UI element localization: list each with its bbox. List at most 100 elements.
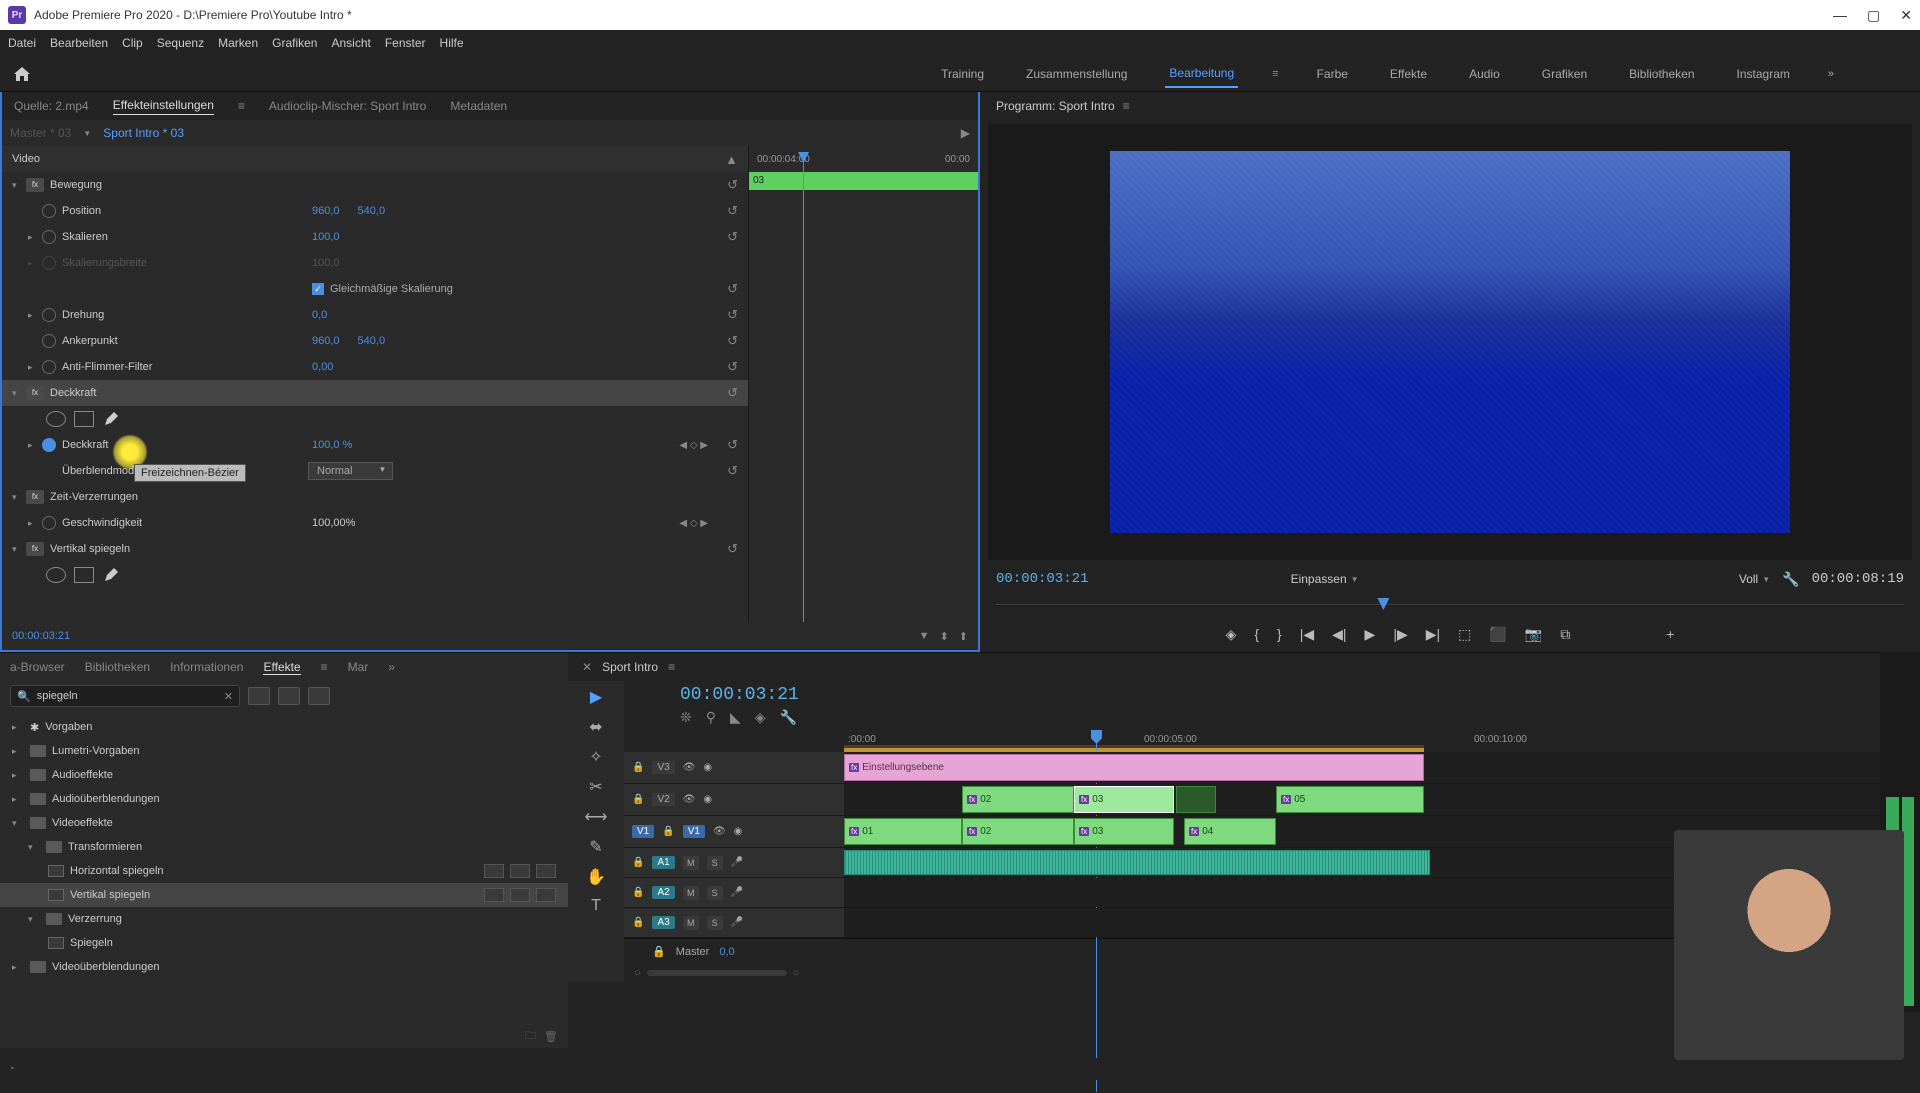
sequence-name[interactable]: Sport Intro <box>602 660 658 674</box>
clip-02[interactable]: fx02 <box>962 818 1074 845</box>
wrench-icon[interactable]: 🔧 <box>780 709 797 726</box>
twirl-icon[interactable]: ▾ <box>12 388 26 399</box>
trash-icon[interactable]: 🗑 <box>544 1030 558 1043</box>
mute-button[interactable]: M <box>683 856 699 870</box>
master-value[interactable]: 0,0 <box>719 946 734 958</box>
close-icon[interactable]: ✕ <box>1900 7 1912 24</box>
sync-lock-icon[interactable]: ◉ <box>734 826 743 837</box>
bewegung-row[interactable]: ▾ fx Bewegung ↺ <box>2 172 748 198</box>
ws-effekte[interactable]: Effekte <box>1386 61 1431 87</box>
lock-icon[interactable]: 🔒 <box>632 917 644 928</box>
ws-zusammenstellung[interactable]: Zusammenstellung <box>1022 61 1131 87</box>
zeit-row[interactable]: ▾ fx Zeit-Verzerrungen <box>2 484 748 510</box>
compare-icon[interactable]: ⧉ <box>1560 626 1570 643</box>
blendmode-dropdown[interactable]: Normal▼ <box>308 462 393 480</box>
ws-bibliotheken[interactable]: Bibliotheken <box>1625 61 1698 87</box>
close-seq-icon[interactable]: ✕ <box>582 660 592 674</box>
position-y[interactable]: 540,0 <box>358 205 386 217</box>
track-lane-v2[interactable]: fx02 fx03 fx05 <box>844 784 1920 815</box>
keyframe-nav[interactable]: ◀ ◇ ▶ <box>679 518 708 529</box>
export-icon[interactable]: ⬆ <box>959 630 968 643</box>
tree-hspiegeln[interactable]: Horizontal spiegeln <box>0 859 568 883</box>
anker-x[interactable]: 960,0 <box>312 335 340 347</box>
visibility-icon[interactable]: 👁 <box>683 794 696 805</box>
go-out-icon[interactable]: ▶| <box>1426 626 1440 643</box>
tree-vorgaben[interactable]: ▸✱Vorgaben <box>0 715 568 739</box>
reset-icon[interactable]: ↺ <box>727 177 738 193</box>
reset-icon[interactable]: ↺ <box>727 385 738 401</box>
ws-overflow-icon[interactable]: » <box>1828 68 1834 80</box>
track-label[interactable]: A1 <box>652 856 674 869</box>
timeline-timecode[interactable]: 00:00:03:21 <box>624 681 1920 705</box>
program-viewer[interactable] <box>988 124 1912 560</box>
tab-audio-mixer[interactable]: Audioclip-Mischer: Sport Intro <box>269 99 426 113</box>
collapse-icon[interactable]: ▲ <box>725 152 738 167</box>
effect-footer-tc[interactable]: 00:00:03:21 <box>12 630 70 642</box>
twirl-icon[interactable]: ▸ <box>28 310 42 321</box>
clip-gap[interactable] <box>1176 786 1216 813</box>
rect-mask-icon[interactable] <box>74 411 94 427</box>
mini-playhead[interactable] <box>803 152 804 622</box>
sync-lock-icon[interactable]: ◉ <box>703 762 712 773</box>
chevron-down-icon[interactable]: ▼ <box>83 129 91 138</box>
track-label[interactable]: A2 <box>652 886 674 899</box>
ws-farbe[interactable]: Farbe <box>1313 61 1352 87</box>
reset-icon[interactable]: ↺ <box>727 203 738 219</box>
menu-marken[interactable]: Marken <box>218 36 258 50</box>
lock-icon[interactable]: 🔒 <box>652 945 666 958</box>
tree-audioeffekte[interactable]: ▸Audioeffekte <box>0 763 568 787</box>
add-button-icon[interactable]: + <box>1666 626 1674 642</box>
lock-icon[interactable]: 🔒 <box>662 826 674 837</box>
twirl-icon[interactable]: ▸ <box>28 440 42 451</box>
tab-informationen[interactable]: Informationen <box>170 660 243 674</box>
maximize-icon[interactable]: ▢ <box>1867 7 1880 24</box>
lock-icon[interactable]: 🔒 <box>632 887 644 898</box>
fx-badge[interactable]: fx <box>26 490 44 504</box>
zoom-out-icon[interactable]: ○ <box>634 967 641 979</box>
clip-03-selected[interactable]: fx03 <box>1074 786 1174 813</box>
solo-button[interactable]: S <box>707 856 723 870</box>
panel-menu-icon[interactable]: ≡ <box>668 660 675 674</box>
reset-icon[interactable]: ↺ <box>727 281 738 297</box>
adjustment-layer-clip[interactable]: fxEinstellungsebene <box>844 754 1424 781</box>
reset-icon[interactable]: ↺ <box>727 463 738 479</box>
checkbox-checked-icon[interactable]: ✓ <box>312 283 324 295</box>
solo-button[interactable]: S <box>707 886 723 900</box>
preset-icon-1[interactable] <box>248 687 270 705</box>
reset-icon[interactable]: ↺ <box>727 229 738 245</box>
stopwatch-icon[interactable] <box>42 438 56 452</box>
antiflimmer-value[interactable]: 0,00 <box>312 361 333 373</box>
ellipse-mask-icon[interactable] <box>46 411 66 427</box>
step-fwd-icon[interactable]: |▶ <box>1393 626 1407 643</box>
position-x[interactable]: 960,0 <box>312 205 340 217</box>
menu-bearbeiten[interactable]: Bearbeiten <box>50 36 108 50</box>
new-bin-icon[interactable]: 🗀 <box>525 1027 536 1046</box>
tab-source[interactable]: Quelle: 2.mp4 <box>14 99 89 113</box>
menu-grafiken[interactable]: Grafiken <box>272 36 317 50</box>
reset-icon[interactable]: ↺ <box>727 307 738 323</box>
voice-icon[interactable]: 🎤 <box>731 917 743 928</box>
mark-out-icon[interactable]: } <box>1277 626 1282 642</box>
twirl-icon[interactable]: ▾ <box>12 492 26 503</box>
tree-verzerrung[interactable]: ▾Verzerrung <box>0 907 568 931</box>
play-icon[interactable]: ▶ <box>961 126 970 140</box>
stopwatch-icon[interactable] <box>42 360 56 374</box>
tree-videoub[interactable]: ▸Videoüberblendungen <box>0 955 568 979</box>
pen-mask-icon[interactable] <box>102 410 120 428</box>
filter-icon[interactable]: ▼ <box>919 630 930 643</box>
tree-vspiegeln[interactable]: Vertikal spiegeln <box>0 883 568 907</box>
geschw-value[interactable]: 100,00% <box>312 517 355 529</box>
ws-bearbeitung[interactable]: Bearbeitung <box>1165 60 1238 88</box>
audio-clip-a1[interactable] <box>844 850 1430 875</box>
track-label[interactable]: V3 <box>652 761 674 774</box>
keyframe-nav[interactable]: ◀ ◇ ▶ <box>679 440 708 451</box>
menu-fenster[interactable]: Fenster <box>385 36 426 50</box>
tree-audioub[interactable]: ▸Audioüberblendungen <box>0 787 568 811</box>
fx-badge[interactable]: fx <box>26 386 44 400</box>
preset-icon-3[interactable] <box>308 687 330 705</box>
track-label[interactable]: V2 <box>652 793 674 806</box>
marker-in-icon[interactable]: ◈ <box>1226 626 1237 643</box>
deckkraft-section-row[interactable]: ▾ fx Deckkraft ↺ <box>2 380 748 406</box>
stopwatch-icon[interactable] <box>42 230 56 244</box>
tab-menu-icon[interactable]: ≡ <box>321 660 328 674</box>
